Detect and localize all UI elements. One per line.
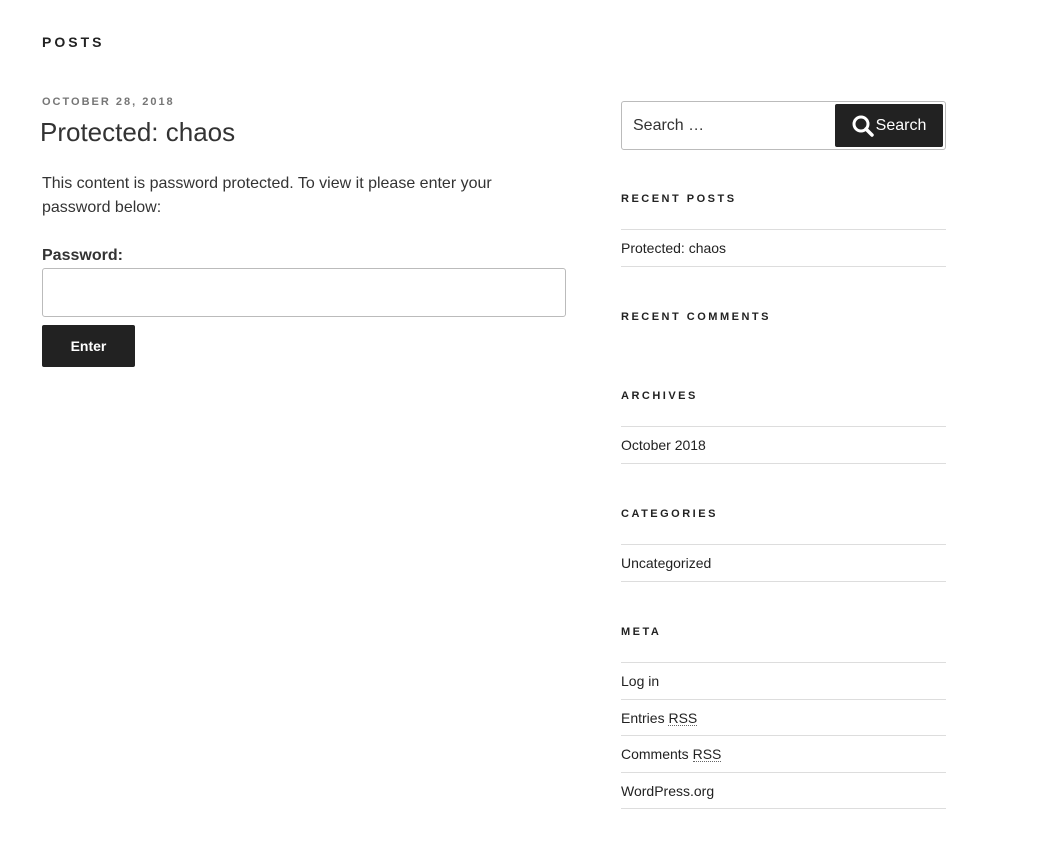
wordpress-link[interactable]: WordPress.org — [621, 783, 714, 799]
list-item: October 2018 — [621, 427, 946, 464]
entries-label: Entries — [621, 709, 665, 726]
list-item: Protected: chaos — [621, 230, 946, 267]
comments-rss-link[interactable]: Comments RSS — [621, 746, 722, 762]
login-link[interactable]: Log in — [621, 673, 659, 689]
search-button[interactable]: Search — [835, 104, 943, 147]
list-item: Entries RSS — [621, 700, 946, 736]
list-item: WordPress.org — [621, 773, 946, 809]
meta-list: Log in Entries RSS Comments RSS WordPres… — [621, 662, 946, 809]
list-item: Comments RSS — [621, 736, 946, 773]
page-heading: POSTS — [42, 34, 105, 50]
categories-list: Uncategorized — [621, 544, 946, 582]
archives-title: ARCHIVES — [621, 390, 698, 402]
password-label: Password: — [42, 247, 123, 264]
archives-list: October 2018 — [621, 426, 946, 464]
category-link[interactable]: Uncategorized — [621, 555, 711, 571]
search-icon — [852, 115, 874, 137]
comments-label: Comments — [621, 746, 689, 762]
post-title: Protected: chaos — [40, 117, 236, 147]
meta-title: META — [621, 626, 662, 638]
entries-rss-link[interactable]: Entries RSS — [621, 709, 698, 726]
enter-button[interactable]: Enter — [42, 325, 135, 367]
recent-posts-title: RECENT POSTS — [621, 193, 737, 205]
rss-abbr: RSS — [692, 746, 722, 762]
list-item: Uncategorized — [621, 545, 946, 582]
search-form: Search — [621, 101, 946, 150]
recent-comments-title: RECENT COMMENTS — [621, 311, 771, 323]
list-item: Log in — [621, 663, 946, 700]
password-protected-message: This content is password protected. To v… — [42, 175, 492, 216]
archive-link[interactable]: October 2018 — [621, 437, 706, 453]
rss-abbr: RSS — [668, 709, 698, 726]
search-input[interactable] — [622, 102, 822, 149]
password-input[interactable] — [42, 268, 566, 317]
recent-post-link[interactable]: Protected: chaos — [621, 240, 726, 256]
recent-posts-list: Protected: chaos — [621, 229, 946, 267]
categories-title: CATEGORIES — [621, 508, 718, 520]
search-button-label: Search — [875, 116, 927, 134]
post-date[interactable]: OCTOBER 28, 2018 — [42, 95, 175, 109]
